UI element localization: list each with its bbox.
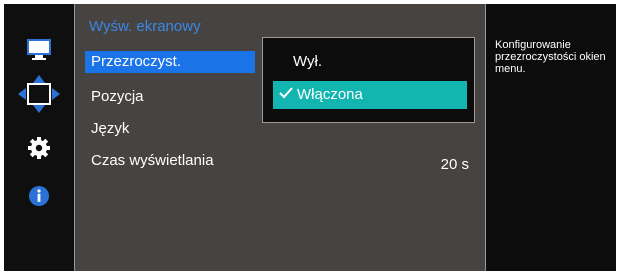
option-off[interactable]: Wył. xyxy=(273,48,467,76)
sidebar xyxy=(4,4,74,271)
info-icon[interactable] xyxy=(28,185,50,212)
move-arrows-icon[interactable] xyxy=(16,72,62,121)
osd-window: Wyśw. ekranowy Przezroczyst. Pozycja Jęz… xyxy=(4,4,616,271)
menu-item-position[interactable]: Pozycja xyxy=(85,86,255,108)
display-time-value: 20 s xyxy=(440,156,469,173)
menu-item-language[interactable]: Język xyxy=(85,118,255,140)
transparency-submenu: Wył. Włączona xyxy=(262,37,475,123)
help-text: Konfigurowanie przezroczystości okien me… xyxy=(495,39,606,75)
menu-title: Wyśw. ekranowy xyxy=(89,18,201,35)
main-menu-panel: Wyśw. ekranowy Przezroczyst. Pozycja Jęz… xyxy=(74,4,486,271)
menu-item-transparency[interactable]: Przezroczyst. xyxy=(85,51,255,73)
gear-icon[interactable] xyxy=(27,136,51,165)
option-on[interactable]: Włączona xyxy=(273,81,467,109)
menu-item-display-time[interactable]: Czas wyświetlania xyxy=(85,150,255,172)
help-panel: Konfigurowanie przezroczystości okien me… xyxy=(486,4,616,271)
checkmark-icon xyxy=(279,81,293,109)
monitor-icon[interactable] xyxy=(26,38,52,67)
option-on-label: Włączona xyxy=(297,86,363,103)
